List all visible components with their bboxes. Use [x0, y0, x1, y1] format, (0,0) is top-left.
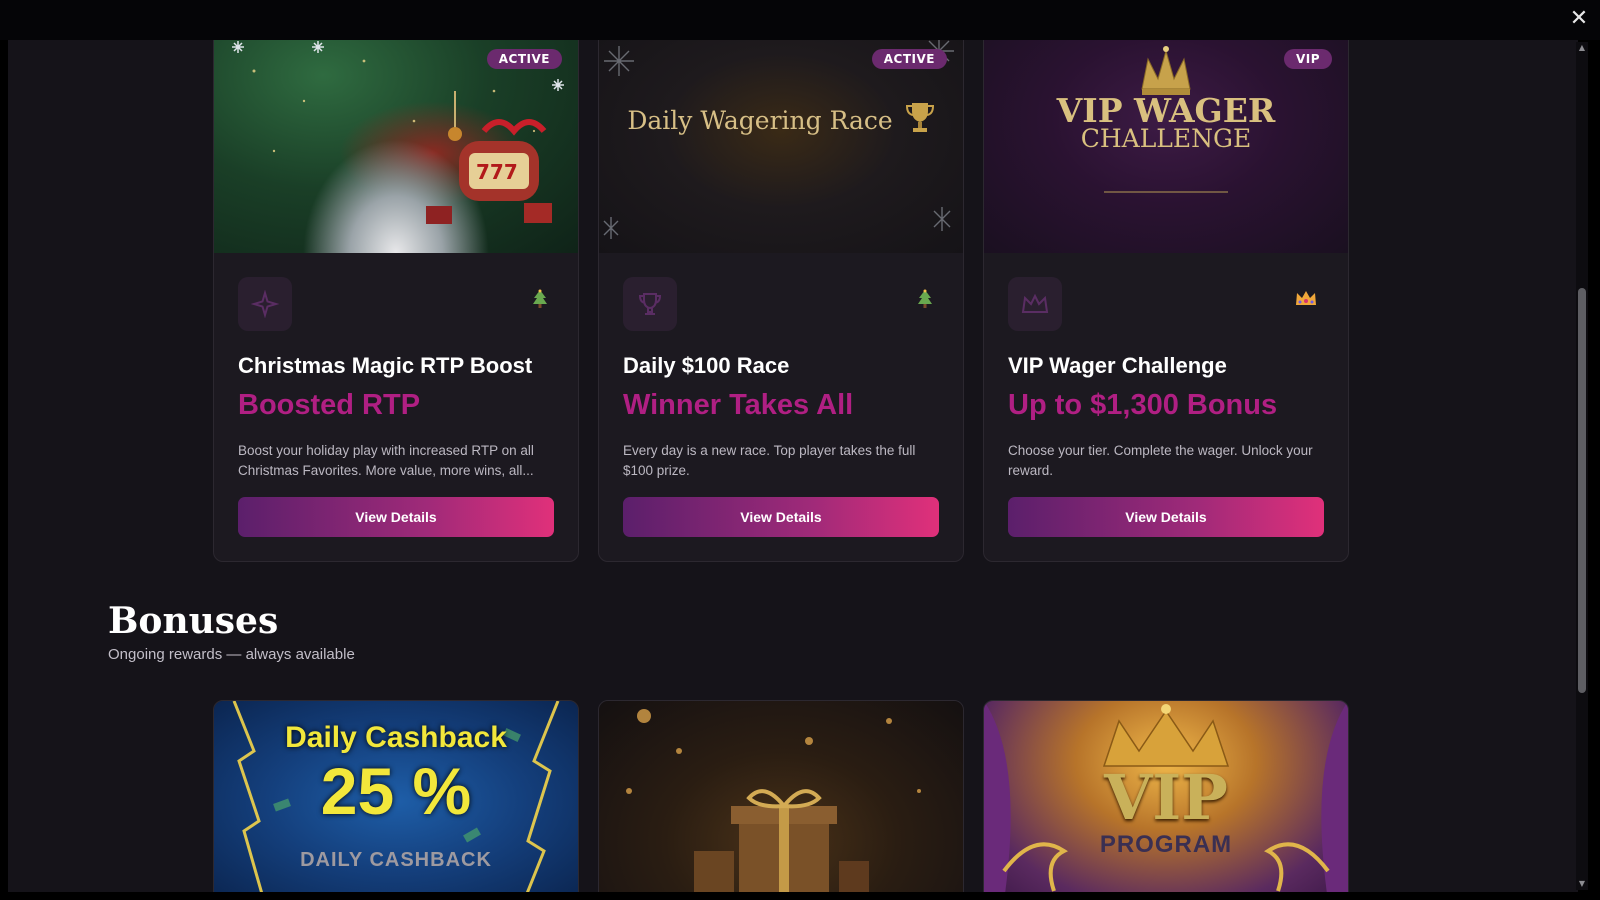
christmas-slot-illustration: 777 [232, 41, 564, 224]
bonus-card[interactable] [598, 700, 964, 892]
banner-title: VIP [1104, 761, 1228, 834]
banner-title: VIP WAGER CHALLENGE [1056, 91, 1276, 153]
view-details-button[interactable]: View Details [238, 497, 554, 537]
christmas-slot-banner: 777 ACTIVE [214, 40, 578, 253]
section-subtitle: Ongoing rewards — always available [108, 646, 355, 663]
trophy-icon [623, 277, 677, 331]
sparkle-icon [238, 277, 292, 331]
promotion-description: Choose your tier. Complete the wager. Un… [1008, 443, 1313, 478]
status-badge: ACTIVE [871, 49, 947, 69]
close-icon[interactable]: ✕ [1568, 8, 1590, 30]
promotion-description: Boost your holiday play with increased R… [238, 443, 534, 478]
promotion-card: Daily Wagering Race ACTIVE Daily $100 Ra… [598, 40, 964, 562]
promotion-subtitle: Up to $1,300 Bonus [1008, 389, 1278, 421]
crown-icon [1008, 277, 1062, 331]
scroll-up-icon[interactable]: ▲ [1576, 42, 1588, 54]
bonus-card[interactable]: Daily Cashback 25 % DAILY CASHBACK [213, 700, 579, 892]
daily-race-banner: Daily Wagering Race ACTIVE [599, 40, 963, 253]
promotions-modal: 777 ACTIVE Christmas Magic RTP Boost Boo… [8, 40, 1578, 892]
banner-footer: PROGRAM [1099, 831, 1233, 858]
trophy-icon [905, 103, 934, 132]
daily-cashback-banner: Daily Cashback 25 % DAILY CASHBACK [214, 701, 578, 892]
promotion-title: Christmas Magic RTP Boost [238, 353, 533, 378]
svg-text:777: 777 [476, 160, 518, 184]
banner-footer: DAILY CASHBACK [300, 849, 492, 871]
promotion-title: Daily $100 Race [623, 353, 790, 378]
christmas-tree-icon [917, 289, 933, 316]
promotion-description: Every day is a new race. Top player take… [623, 443, 916, 478]
snowflake-decoration [603, 40, 954, 239]
scrollbar-thumb[interactable] [1578, 288, 1586, 693]
promotion-subtitle: Boosted RTP [238, 389, 421, 421]
crown-emoji-icon [1294, 289, 1318, 312]
christmas-tree-icon [532, 289, 548, 316]
promotion-subtitle: Winner Takes All [623, 389, 854, 421]
banner-title: Daily Cashback [285, 721, 507, 754]
status-badge: ACTIVE [486, 49, 562, 69]
vip-wager-banner: VIP WAGER CHALLENGE VIP [984, 40, 1348, 253]
promotion-card: VIP WAGER CHALLENGE VIP VIP Wager Challe… [983, 40, 1349, 562]
scroll-down-icon[interactable]: ▼ [1576, 878, 1588, 890]
scrollbar[interactable]: ▲ ▼ [1576, 42, 1588, 890]
banner-value: 25 % [320, 754, 472, 828]
bonus-card[interactable]: VIP PROGRAM [983, 700, 1349, 892]
gift-banner [599, 701, 963, 892]
banner-title: Daily Wagering Race [599, 101, 963, 135]
section-title: Bonuses [108, 600, 279, 642]
browser-top-bar: ✕ [0, 0, 1600, 40]
promotion-card: 777 ACTIVE Christmas Magic RTP Boost Boo… [213, 40, 579, 562]
promotion-title: VIP Wager Challenge [1008, 353, 1227, 378]
vip-program-banner: VIP PROGRAM [984, 701, 1348, 892]
view-details-button[interactable]: View Details [623, 497, 939, 537]
status-badge: VIP [1283, 49, 1332, 69]
view-details-button[interactable]: View Details [1008, 497, 1324, 537]
gift-icon [626, 709, 921, 892]
